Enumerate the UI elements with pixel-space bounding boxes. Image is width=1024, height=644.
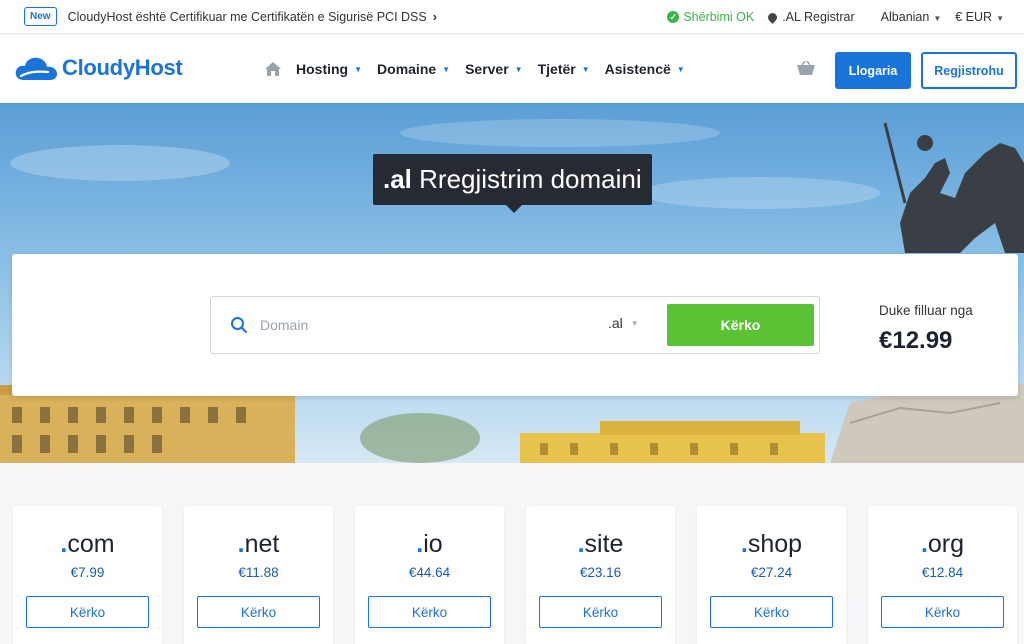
tld-card-com: .com €7.99 Kërko	[13, 506, 162, 644]
title-tld: .al	[383, 164, 412, 194]
caret-down-icon: ▼	[933, 14, 942, 23]
tld-name: .com	[60, 530, 115, 558]
login-button[interactable]: Llogaria	[835, 52, 911, 89]
tld-search-button[interactable]: Kërko	[881, 596, 1004, 628]
caret-down-icon: ▼	[630, 318, 639, 328]
announcement-bar: New CloudyHost është Certifikuar me Cert…	[0, 0, 1024, 34]
search-button[interactable]: Kërko	[667, 304, 814, 346]
currency-label: € EUR	[955, 10, 993, 24]
registrar-link[interactable]: .AL Registrar	[766, 10, 855, 24]
tld-name: .org	[920, 530, 965, 558]
nav-asistence[interactable]: Asistencë ▼	[605, 61, 685, 77]
registrar-label: .AL Registrar	[782, 10, 855, 24]
logo[interactable]: CloudyHost	[14, 55, 183, 81]
domain-search-panel: .al ▼ Kërko Duke filluar nga €12.99	[12, 254, 1018, 396]
tld-search-button[interactable]: Kërko	[26, 596, 149, 628]
tld-price: €27.24	[750, 565, 793, 580]
tld-search-button[interactable]: Kërko	[368, 596, 491, 628]
tld-price: €23.16	[579, 565, 622, 580]
page-title: .al Rregjistrim domaini	[373, 154, 652, 213]
caret-down-icon: ▼	[581, 64, 590, 74]
starting-price: €12.99	[879, 327, 953, 354]
tld-price: €44.64	[408, 565, 451, 580]
nav-tjeter[interactable]: Tjetër ▼	[538, 61, 590, 77]
nav-hosting-label: Hosting	[296, 61, 349, 77]
nav-domaine[interactable]: Domaine ▼	[377, 61, 450, 77]
domain-search-box: .al ▼ Kërko	[210, 296, 820, 354]
cloud-logo-icon	[15, 57, 57, 80]
tld-card-org: .org €12.84 Kërko	[868, 506, 1017, 644]
nav-server-label: Server	[465, 61, 509, 77]
tld-select-value: .al	[608, 315, 623, 331]
tld-card-io: .io €44.64 Kërko	[355, 506, 504, 644]
nav-domaine-label: Domaine	[377, 61, 437, 77]
tld-name: .shop	[740, 530, 803, 558]
tld-search-button[interactable]: Kërko	[710, 596, 833, 628]
nav-hosting[interactable]: Hosting ▼	[296, 61, 362, 77]
nav-asistence-label: Asistencë	[604, 61, 671, 77]
tld-search-button[interactable]: Kërko	[197, 596, 320, 628]
service-status-label: Shërbimi OK	[683, 10, 755, 24]
currency-select[interactable]: € EUR ▼	[955, 10, 1004, 24]
chevron-right-icon[interactable]: ›	[433, 9, 437, 24]
home-icon[interactable]	[264, 61, 282, 77]
tld-name: .site	[577, 530, 624, 558]
tld-card-shop: .shop €27.24 Kërko	[697, 506, 846, 644]
language-label: Albanian	[880, 10, 930, 24]
tld-card-net: .net €11.88 Kërko	[184, 506, 333, 644]
nav-server[interactable]: Server ▼	[465, 61, 523, 77]
logo-text: CloudyHost	[62, 55, 183, 80]
new-badge: New	[24, 7, 57, 26]
cart-icon[interactable]	[796, 61, 816, 77]
domain-search-input[interactable]	[260, 309, 590, 341]
caret-down-icon: ▼	[676, 64, 685, 74]
caret-down-icon: ▼	[354, 64, 363, 74]
title-text: Rregjistrim domaini	[411, 164, 642, 194]
caret-down-icon: ▼	[996, 14, 1004, 23]
tld-price: €12.84	[921, 565, 964, 580]
tld-price: €7.99	[70, 565, 105, 580]
language-select[interactable]: Albanian ▼	[881, 10, 942, 24]
announcement-link[interactable]: CloudyHost është Certifikuar me Certifik…	[68, 10, 427, 24]
check-circle-icon: ✓	[667, 11, 680, 23]
search-icon	[231, 317, 247, 333]
nav-tjeter-label: Tjetër	[537, 61, 576, 77]
main-nav: Hosting ▼ Domaine ▼ Server ▼ Tjetër ▼ Asiste…	[264, 35, 700, 103]
caret-down-icon: ▼	[442, 64, 451, 74]
caret-down-icon: ▼	[514, 64, 523, 74]
main-header: CloudyHost Hosting ▼ Domaine ▼ Server ▼ Tje…	[0, 35, 1024, 103]
price-label: Duke filluar nga	[879, 303, 973, 318]
map-pin-icon	[766, 10, 780, 24]
tld-card-site: .site €23.16 Kërko	[526, 506, 675, 644]
tld-name: .net	[237, 530, 280, 558]
tld-name: .io	[416, 530, 443, 558]
register-button[interactable]: Regjistrohu	[921, 52, 1017, 89]
tld-search-button[interactable]: Kërko	[539, 596, 662, 628]
tld-price: €11.88	[238, 565, 279, 580]
service-status[interactable]: ✓ Shërbimi OK	[667, 10, 754, 24]
tld-select[interactable]: .al ▼	[608, 315, 639, 331]
tld-cards: .com €7.99 Kërko .net €11.88 Kërko .io €…	[0, 463, 1024, 644]
